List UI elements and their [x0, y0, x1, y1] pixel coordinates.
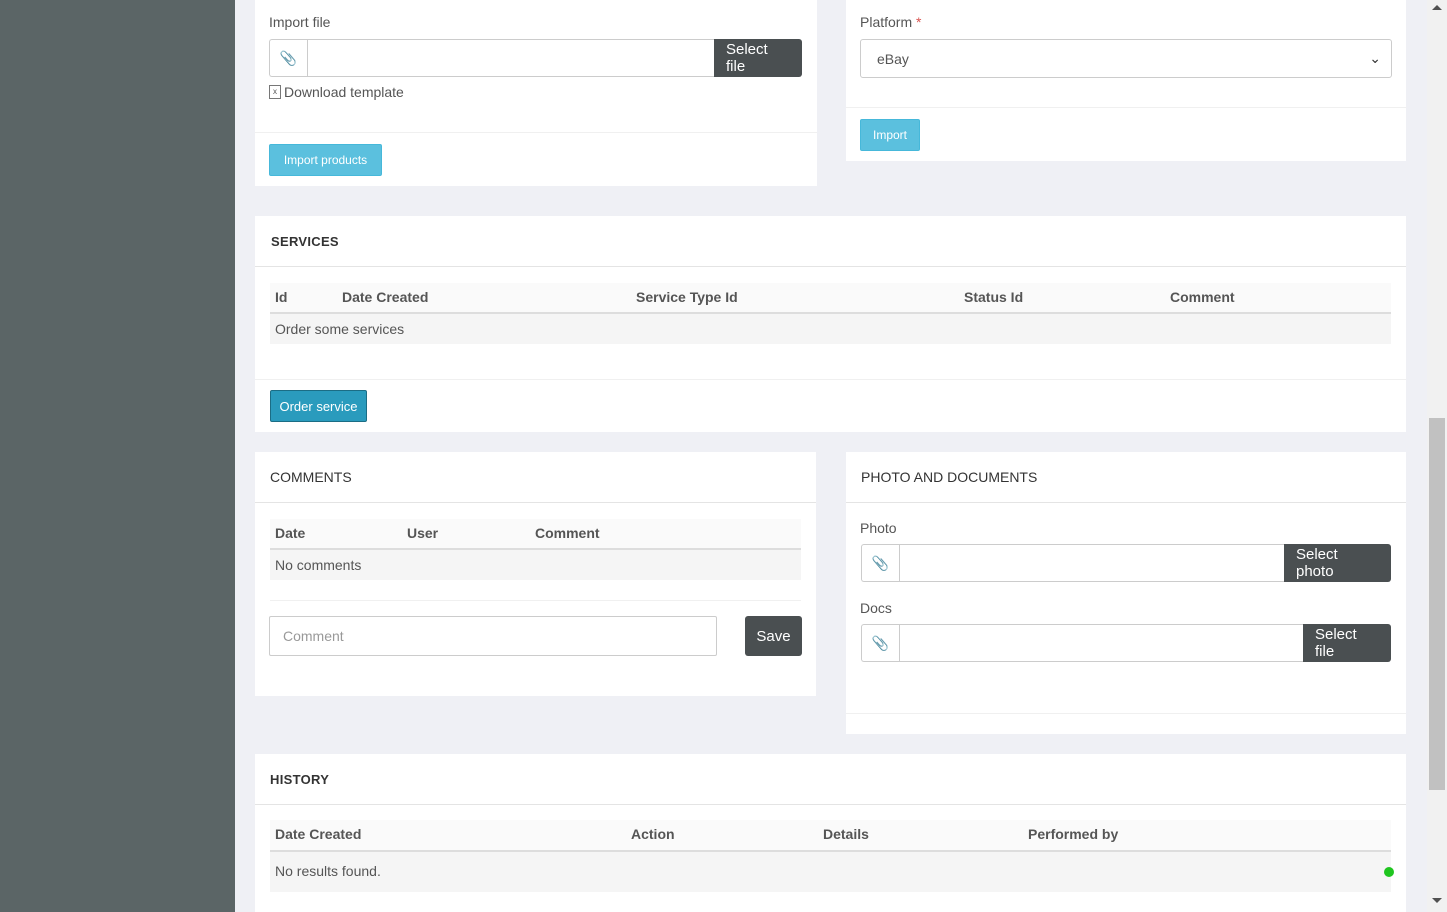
platform-selected-value: eBay — [877, 50, 909, 67]
empty-message: No results found. — [275, 863, 381, 879]
platform-select[interactable]: eBay ⌄ — [860, 39, 1392, 78]
history-panel: HISTORY Date Created Action Details Perf… — [255, 754, 1406, 912]
platform-label: Platform * — [860, 14, 922, 30]
history-table-header: Date Created Action Details Performed by — [270, 820, 1391, 852]
history-title: HISTORY — [270, 772, 330, 787]
required-mark: * — [916, 14, 922, 30]
empty-message: Order some services — [275, 321, 405, 337]
photo-file-field[interactable] — [899, 544, 1284, 582]
divider — [255, 132, 817, 133]
comments-title: COMMENTS — [270, 469, 352, 485]
column-header: Action — [631, 826, 675, 842]
table-row: Order some services — [270, 314, 1391, 344]
comment-input[interactable]: Comment — [269, 616, 717, 656]
table-row: No results found. — [270, 852, 1391, 892]
paperclip-icon: 📎 — [861, 544, 899, 582]
docs-file-field[interactable] — [899, 624, 1303, 662]
column-header: Date — [275, 525, 306, 541]
save-button[interactable]: Save — [745, 616, 802, 656]
column-header: Details — [823, 826, 869, 842]
chevron-down-icon: ⌄ — [1369, 50, 1381, 66]
column-header: Id — [275, 289, 288, 305]
docs-label: Docs — [860, 600, 892, 616]
excel-file-icon: x — [269, 85, 281, 99]
column-header: Comment — [535, 525, 600, 541]
column-header: User — [407, 525, 439, 541]
download-template-label: Download template — [284, 84, 404, 100]
services-panel: SERVICES Id Date Created Service Type Id… — [255, 216, 1406, 432]
select-file-button[interactable]: Select file — [714, 39, 802, 77]
divider — [846, 713, 1406, 714]
divider — [846, 502, 1406, 503]
divider — [270, 600, 801, 601]
import-products-button[interactable]: Import products — [269, 144, 382, 176]
import-button[interactable]: Import — [860, 119, 920, 151]
import-panel: Import file 📎 Select file x Download tem… — [255, 0, 817, 186]
import-file-input-group: 📎 Select file — [269, 39, 802, 77]
photo-label: Photo — [860, 520, 897, 536]
scrollbar-thumb[interactable] — [1429, 418, 1445, 790]
paperclip-icon: 📎 — [269, 39, 307, 77]
column-header: Date Created — [342, 289, 429, 305]
table-row: No comments — [270, 550, 801, 580]
import-file-field[interactable] — [307, 39, 714, 77]
services-table-header: Id Date Created Service Type Id Status I… — [270, 283, 1391, 314]
column-header: Service Type Id — [636, 289, 738, 305]
divider — [846, 107, 1406, 108]
import-file-label: Import file — [269, 14, 331, 30]
order-service-button[interactable]: Order service — [270, 390, 367, 422]
docs-input-group: 📎 Select file — [861, 624, 1391, 662]
column-header: Status Id — [964, 289, 1024, 305]
scroll-up-icon[interactable] — [1432, 5, 1442, 10]
select-docs-file-button[interactable]: Select file — [1303, 624, 1391, 662]
scrollbar[interactable] — [1427, 0, 1447, 912]
status-indicator — [1384, 867, 1394, 877]
download-template-link[interactable]: x Download template — [269, 84, 404, 100]
divider — [255, 804, 1406, 805]
empty-message: No comments — [275, 557, 362, 573]
column-header: Comment — [1170, 289, 1235, 305]
photo-input-group: 📎 Select photo — [861, 544, 1391, 582]
comments-table-header: Date User Comment — [270, 519, 801, 550]
photo-docs-panel: PHOTO AND DOCUMENTS Photo 📎 Select photo… — [846, 452, 1406, 734]
comments-panel: COMMENTS Date User Comment No comments C… — [255, 452, 816, 696]
services-title: SERVICES — [271, 234, 339, 249]
divider — [255, 266, 1406, 267]
column-header: Performed by — [1028, 826, 1119, 842]
divider — [255, 502, 816, 503]
paperclip-icon: 📎 — [861, 624, 899, 662]
sidebar — [0, 0, 235, 912]
column-header: Date Created — [275, 826, 362, 842]
scroll-down-icon[interactable] — [1432, 898, 1442, 903]
divider — [255, 379, 1406, 380]
comment-placeholder: Comment — [283, 628, 344, 644]
platform-panel: Platform * eBay ⌄ Import — [846, 0, 1406, 161]
select-photo-button[interactable]: Select photo — [1284, 544, 1391, 582]
photo-docs-title: PHOTO AND DOCUMENTS — [861, 469, 1038, 485]
